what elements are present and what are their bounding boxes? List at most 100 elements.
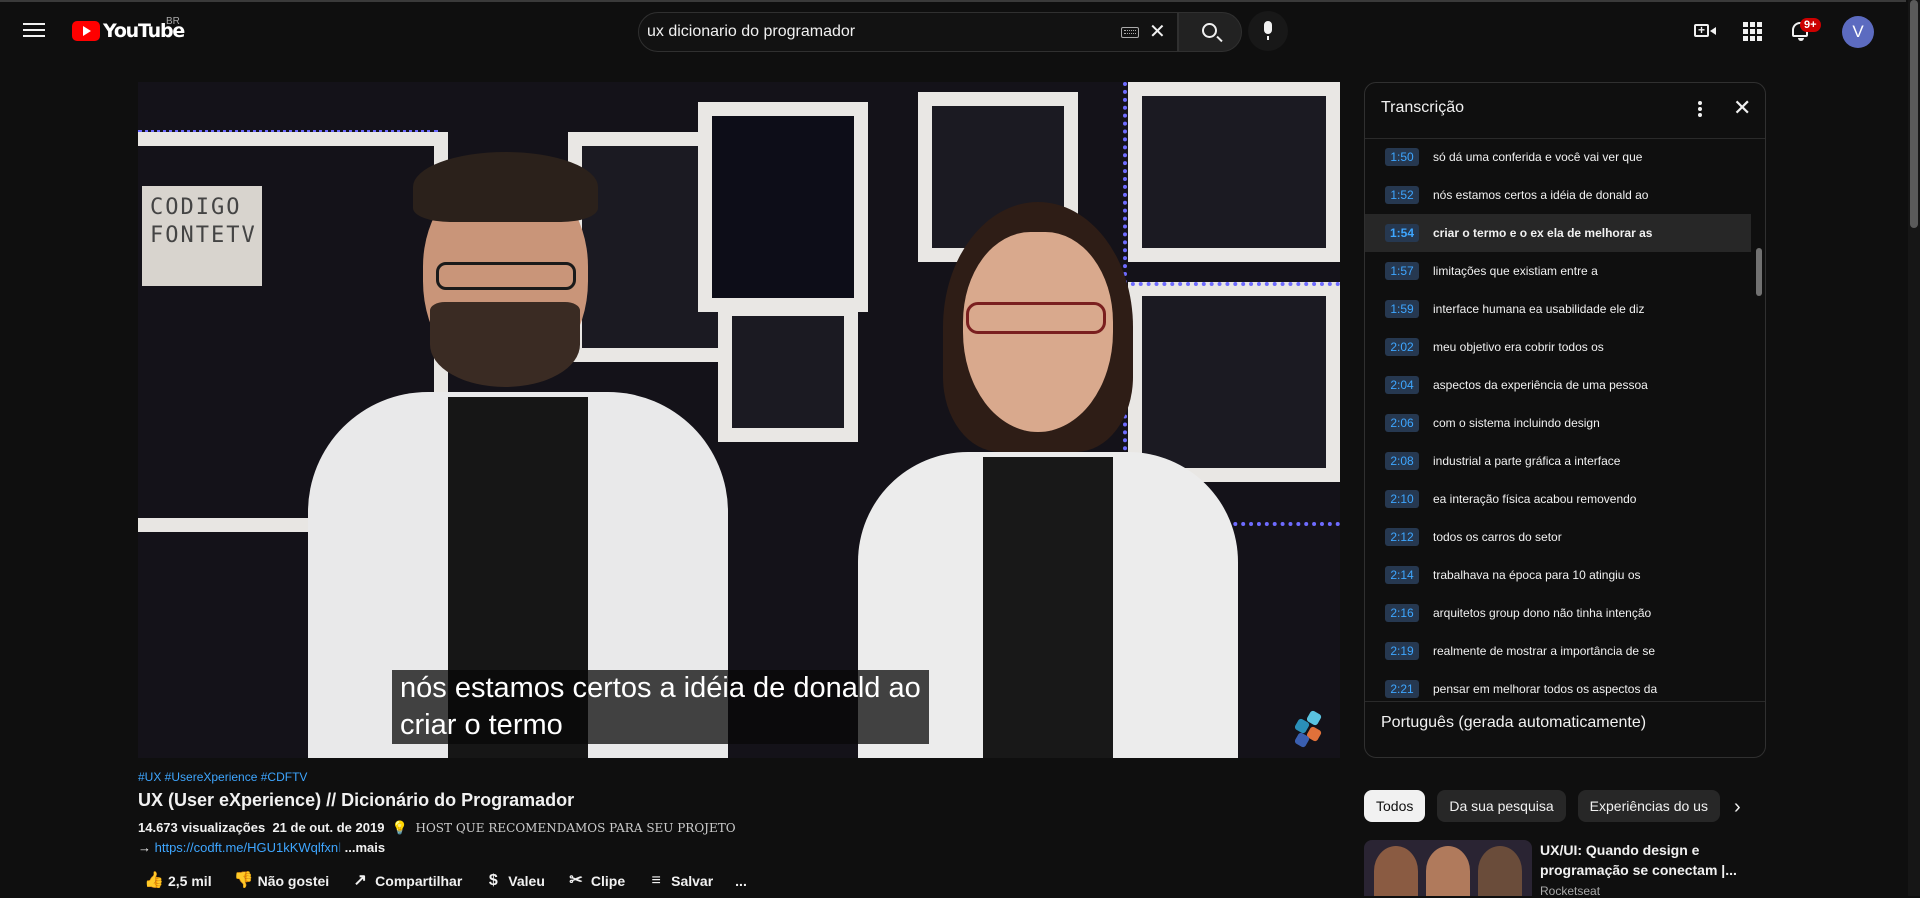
transcript-segment[interactable]: 1:50 só dá uma conferida e você vai ver q… bbox=[1365, 138, 1751, 176]
youtube-logo[interactable]: YouTube BR bbox=[72, 16, 185, 42]
channel-watermark-icon[interactable] bbox=[1293, 709, 1324, 749]
recommended-title[interactable]: UX/UI: Quando design e programação se co… bbox=[1540, 840, 1740, 880]
page-scrollbar[interactable] bbox=[1908, 0, 1920, 896]
segment-timestamp[interactable]: 2:02 bbox=[1385, 338, 1419, 356]
thumbs-up-icon: 👍 bbox=[144, 872, 164, 889]
segment-timestamp[interactable]: 2:21 bbox=[1385, 680, 1419, 698]
dislike-label: Não gostei bbox=[257, 873, 330, 889]
transcript-segment[interactable]: 2:14 trabalhava na época para 10 atingiu … bbox=[1365, 556, 1751, 594]
segment-timestamp[interactable]: 2:08 bbox=[1385, 452, 1419, 470]
caption-line-1: nós estamos certos a idéia de donald ao bbox=[400, 672, 921, 704]
show-more-button[interactable]: ...mais bbox=[345, 840, 385, 855]
transcript-segment[interactable]: 2:12 todos os carros do setor bbox=[1365, 518, 1751, 556]
segment-timestamp[interactable]: 1:57 bbox=[1385, 262, 1419, 280]
transcript-segment[interactable]: 1:54 criar o termo e o ex ela de melhorar… bbox=[1365, 214, 1751, 252]
search-input[interactable] bbox=[639, 13, 1099, 51]
transcript-segment[interactable]: 1:52 nós estamos certos a idéia de donald… bbox=[1365, 176, 1751, 214]
playlist-add-icon: ≡ bbox=[651, 872, 661, 889]
search-box: ✕ bbox=[638, 12, 1178, 52]
segment-timestamp[interactable]: 2:10 bbox=[1385, 490, 1419, 508]
segment-text: pensar em melhorar todos os aspectos da bbox=[1433, 682, 1658, 696]
more-vertical-icon[interactable] bbox=[1691, 99, 1709, 121]
filter-chip[interactable]: Experiências do us bbox=[1577, 790, 1720, 822]
clip-label: Clipe bbox=[590, 873, 626, 889]
transcript-segment[interactable]: 2:16 arquitetos group dono não tinha inte… bbox=[1365, 594, 1751, 632]
action-bar: 👍 2,5 mil 👎 Não gostei ↗ Compartilhar $ Vale… bbox=[144, 872, 769, 890]
transcript-segment[interactable]: 1:59 interface humana ea usabilidade ele … bbox=[1365, 290, 1751, 328]
transcript-segment[interactable]: 2:21 pensar em melhorar todos os aspectos… bbox=[1365, 670, 1751, 700]
search-button[interactable] bbox=[1178, 12, 1242, 52]
page-scrollbar-thumb[interactable] bbox=[1910, 0, 1918, 228]
segment-timestamp[interactable]: 2:06 bbox=[1385, 414, 1419, 432]
description-link[interactable]: https://codft.me/HGU1kKWqlfxn bbox=[155, 840, 339, 855]
segment-timestamp[interactable]: 2:16 bbox=[1385, 604, 1419, 622]
voice-search-button[interactable] bbox=[1248, 11, 1288, 51]
close-icon[interactable]: ✕ bbox=[1733, 95, 1751, 121]
microphone-icon bbox=[1264, 21, 1272, 40]
transcript-panel: Transcrição ✕ 1:50 só dá uma conferida e … bbox=[1364, 82, 1766, 758]
video-meta[interactable]: 14.673 visualizações 21 de out. de 2019 … bbox=[138, 820, 1340, 836]
top-bar: YouTube BR ✕ + 9+ V bbox=[0, 0, 1906, 57]
clip-button[interactable]: ✂ Clipe bbox=[567, 872, 625, 890]
create-video-icon[interactable]: + bbox=[1692, 19, 1716, 43]
segment-timestamp[interactable]: 2:14 bbox=[1385, 566, 1419, 584]
segment-text: todos os carros do setor bbox=[1433, 530, 1562, 544]
thanks-button[interactable]: $ Valeu bbox=[484, 872, 545, 890]
transcript-segment[interactable]: 2:04 aspectos da experiência de uma pesso… bbox=[1365, 366, 1751, 404]
segment-timestamp[interactable]: 1:52 bbox=[1385, 186, 1419, 204]
recommended-thumbnail[interactable] bbox=[1364, 840, 1532, 896]
clear-search-icon[interactable]: ✕ bbox=[1149, 22, 1166, 42]
video-player[interactable]: CODIGO FONTETV nós estamos certos a idéi… bbox=[138, 82, 1340, 758]
logo-country-code: BR bbox=[166, 16, 180, 27]
segment-timestamp[interactable]: 1:54 bbox=[1385, 224, 1419, 242]
segment-text: limitações que existiam entre a bbox=[1433, 264, 1598, 278]
lightbulb-icon: 💡 bbox=[391, 820, 408, 835]
thanks-icon: $ bbox=[488, 872, 498, 889]
transcript-segment[interactable]: 2:02 meu objetivo era cobrir todos os bbox=[1365, 328, 1751, 366]
like-button[interactable]: 👍 2,5 mil bbox=[144, 872, 212, 890]
segment-text: nós estamos certos a idéia de donald ao bbox=[1433, 188, 1649, 202]
segment-timestamp[interactable]: 1:50 bbox=[1385, 148, 1419, 166]
transcript-segment[interactable]: 2:08 industrial a parte gráfica a interfa… bbox=[1365, 442, 1751, 480]
account-avatar[interactable]: V bbox=[1842, 16, 1874, 48]
share-label: Compartilhar bbox=[375, 873, 463, 889]
video-title: UX (User eXperience) // Dicionário do Pr… bbox=[138, 790, 575, 810]
thumbs-down-icon: 👎 bbox=[233, 872, 254, 889]
transcript-list[interactable]: 1:50 só dá uma conferida e você vai ver q… bbox=[1365, 138, 1751, 700]
hamburger-menu-icon[interactable] bbox=[22, 19, 46, 43]
segment-timestamp[interactable]: 2:19 bbox=[1385, 642, 1419, 660]
segment-text: realmente de mostrar a importância de se bbox=[1433, 644, 1656, 658]
transcript-title: Transcrição bbox=[1381, 99, 1464, 116]
transcript-scrollbar[interactable] bbox=[1756, 248, 1762, 296]
save-button[interactable]: ≡ Salvar bbox=[647, 872, 713, 890]
filter-chip[interactable]: Todos bbox=[1364, 790, 1426, 822]
save-label: Salvar bbox=[671, 873, 714, 889]
segment-text: interface humana ea usabilidade ele diz bbox=[1433, 302, 1645, 316]
video-caption: nós estamos certos a idéia de donald ao … bbox=[392, 670, 929, 744]
segment-timestamp[interactable]: 2:04 bbox=[1385, 376, 1419, 394]
video-info: #UX #UsereXperience #CDFTV UX (User eXpe… bbox=[138, 770, 1340, 855]
view-count: 14.673 visualizações bbox=[138, 820, 266, 835]
language-selector[interactable]: Português (gerada automaticamente) bbox=[1381, 714, 1646, 732]
search-icon bbox=[1202, 23, 1217, 38]
dislike-button[interactable]: 👎 Não gostei bbox=[234, 872, 330, 890]
more-actions-button[interactable]: ... bbox=[735, 873, 747, 889]
chevron-right-icon[interactable]: › bbox=[1734, 796, 1741, 819]
hashtags-link[interactable]: #UX #UsereXperience #CDFTV bbox=[138, 770, 1340, 784]
transcript-footer: Português (gerada automaticamente) bbox=[1365, 701, 1765, 758]
segment-text: meu objetivo era cobrir todos os bbox=[1433, 340, 1604, 354]
segment-timestamp[interactable]: 2:12 bbox=[1385, 528, 1419, 546]
transcript-segment[interactable]: 1:57 limitações que existiam entre a bbox=[1365, 252, 1751, 290]
keyboard-icon[interactable] bbox=[1121, 27, 1139, 38]
thanks-label: Valeu bbox=[508, 873, 545, 889]
share-button[interactable]: ↗ Compartilhar bbox=[351, 872, 462, 890]
segment-timestamp[interactable]: 1:59 bbox=[1385, 300, 1419, 318]
transcript-segment[interactable]: 2:10 ea interação física acabou removendo bbox=[1365, 480, 1751, 518]
segment-text: com o sistema incluindo design bbox=[1433, 416, 1600, 430]
shelf-sign: CODIGO FONTETV bbox=[142, 186, 262, 286]
notification-count-badge: 9+ bbox=[1800, 18, 1821, 32]
apps-grid-icon[interactable] bbox=[1740, 19, 1764, 43]
filter-chip[interactable]: Da sua pesquisa bbox=[1437, 790, 1566, 822]
transcript-segment[interactable]: 2:19 realmente de mostrar a importância d… bbox=[1365, 632, 1751, 670]
transcript-segment[interactable]: 2:06 com o sistema incluindo design bbox=[1365, 404, 1751, 442]
